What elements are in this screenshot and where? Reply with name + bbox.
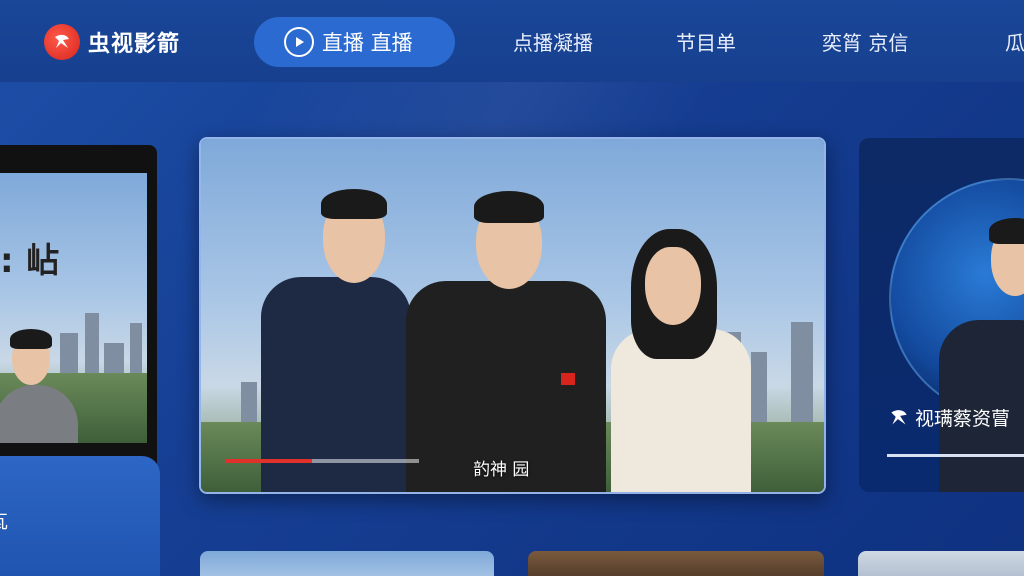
right-card-caption: 视𫞩蔡资萺 xyxy=(915,408,1011,430)
app-logo[interactable]: 虫视影箭 xyxy=(44,24,180,60)
thumbnail-headline: : 岾 xyxy=(0,241,60,281)
right-card-caption-row: 视𫞩蔡资萺 xyxy=(887,404,1010,431)
nav-tab-news[interactable]: 奕筲 京信 xyxy=(822,24,908,62)
cctv-logo-icon xyxy=(887,406,911,430)
side-panel-text: 瓦 xyxy=(0,508,8,534)
video-card-bottom-1[interactable] xyxy=(200,551,494,576)
video-card-bottom-2[interactable] xyxy=(528,551,824,576)
video-thumbnail: : 岾 xyxy=(0,173,147,443)
video-card-right[interactable]: 视𫞩蔡资萺 xyxy=(859,138,1024,492)
nav-tab-on-demand[interactable]: 点播凝播 xyxy=(513,24,593,62)
app-logo-text: 虫视影箭 xyxy=(88,32,181,57)
flag-pin-icon xyxy=(561,373,575,385)
nav-tab-schedule[interactable]: 节目单 xyxy=(676,24,736,62)
video-caption: 䪨神 园 xyxy=(473,460,530,480)
playback-progress-fill xyxy=(225,459,313,463)
caption-underline xyxy=(887,454,1024,457)
play-icon xyxy=(284,27,314,57)
video-card-left[interactable]: : 岾 xyxy=(0,145,157,475)
nav-tab-live[interactable]: 直播 直播 xyxy=(254,17,455,67)
featured-video-card[interactable]: 䪨神 园 xyxy=(199,137,826,494)
playback-progress-bar[interactable] xyxy=(225,459,419,463)
video-card-bottom-3[interactable] xyxy=(858,551,1024,576)
nav-tab-more[interactable]: 瓜 xyxy=(1005,24,1024,62)
top-navigation-bar: 虫视影箭 直播 直播 点播凝播 节目单 奕筲 京信 瓜 xyxy=(0,0,1024,82)
cctv-logo-icon xyxy=(44,24,80,60)
nav-tab-live-label: 直播 直播 xyxy=(322,31,413,55)
side-panel[interactable]: 瓦 xyxy=(0,456,160,576)
